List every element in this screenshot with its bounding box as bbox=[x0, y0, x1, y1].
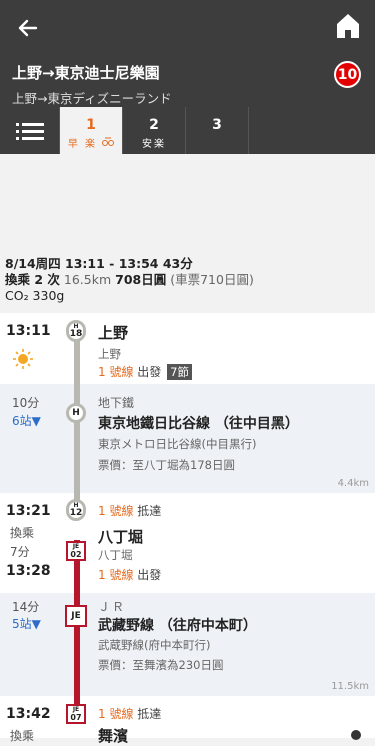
rank-badge: 10 bbox=[334, 61, 361, 88]
line-name-jp: 東京メトロ日比谷線(中目黒行) bbox=[98, 437, 257, 451]
transfer-wait: 7分 bbox=[10, 545, 30, 559]
line-name: 東京地鐵日比谷線 （往中目黑） bbox=[98, 416, 299, 432]
back-button[interactable] bbox=[14, 14, 42, 42]
route-tabs: 1 早 楽 2 安楽 3 bbox=[0, 107, 375, 154]
route-summary: 8/14周四 13:11 - 13:54 43分 換乘 2 次 16.5km 7… bbox=[5, 256, 254, 304]
home-button[interactable] bbox=[335, 12, 363, 42]
platform-info: 1 號線 出發 7節 bbox=[98, 363, 192, 380]
line-name: 武藏野線 （往府中本町） bbox=[98, 618, 257, 634]
segment-hibiya-line[interactable]: 10分 6站▼ 地下鐵 東京地鐵日比谷線 （往中目黑） 東京メトロ日比谷線(中目… bbox=[0, 384, 375, 493]
ride-duration: 10分 bbox=[12, 396, 40, 410]
app-header: 上野→東京迪士尼樂園 上野→東京ディズニーランド 10 bbox=[0, 0, 375, 107]
tab-route-1[interactable]: 1 早 楽 bbox=[60, 107, 123, 154]
summary-distance: 16.5km bbox=[63, 272, 112, 287]
summary-ticket: (車票710日圓) bbox=[170, 272, 254, 287]
tab-route-3[interactable]: 3 bbox=[186, 107, 249, 154]
transport-mode: 地下鐵 bbox=[98, 396, 135, 410]
segment-musashino-line[interactable]: 14分 5站▼ ＪＲ 武藏野線 （往府中本町） 武蔵野線(府中本町行) 票價：至… bbox=[0, 593, 375, 696]
tab-tags: 早 楽 bbox=[60, 135, 122, 150]
route-title: 上野→東京迪士尼樂園 bbox=[12, 64, 160, 82]
musashino-line-rail bbox=[74, 540, 80, 716]
money-icon bbox=[102, 137, 115, 146]
sunny-icon bbox=[12, 348, 34, 374]
transfer-label: 換乘 bbox=[10, 729, 35, 743]
station-name: 舞濱 bbox=[98, 727, 129, 745]
transfer-label: 換乘 bbox=[10, 526, 35, 540]
list-view-button[interactable] bbox=[0, 107, 60, 154]
line-code-marker-h: H bbox=[66, 403, 86, 423]
segment-distance: 4.4km bbox=[337, 478, 369, 489]
summary-fare: 708日圓 bbox=[115, 272, 167, 287]
line-name-jp: 武蔵野線(府中本町行) bbox=[98, 638, 211, 652]
stops-count-toggle[interactable]: 6站▼ bbox=[12, 412, 41, 429]
station-card-hatchobori[interactable]: 13:21 換乘 7分 13:28 1 號線 抵達 八丁堀 八丁堀 1 號線 出… bbox=[0, 493, 375, 593]
departure-platform: 1 號線 出發 bbox=[98, 568, 162, 582]
back-arrow-icon bbox=[18, 19, 38, 37]
station-code-marker-je02: JE 02 bbox=[66, 541, 86, 561]
tab-tags: 安楽 bbox=[142, 139, 166, 150]
summary-co2: CO₂ 330g bbox=[5, 288, 65, 303]
home-icon bbox=[337, 14, 359, 38]
arrival-platform: 1 號線 抵達 bbox=[98, 707, 162, 721]
fare-info: 票價：至八丁堀為178日圓 bbox=[98, 458, 235, 472]
station-name: 上野 bbox=[98, 324, 129, 342]
segment-distance: 11.5km bbox=[331, 681, 369, 692]
route-subtitle: 上野→東京ディズニーランド bbox=[12, 91, 172, 106]
ride-duration: 14分 bbox=[12, 600, 40, 614]
tab-route-2[interactable]: 2 安楽 bbox=[123, 107, 186, 154]
fare-info: 票價：至舞濱為230日圓 bbox=[98, 658, 224, 672]
departure-time: 13:11 bbox=[6, 323, 51, 339]
station-code-marker-h12: H 12 bbox=[66, 499, 86, 521]
station-name: 八丁堀 bbox=[98, 528, 144, 546]
station-code-marker-je07: JE 07 bbox=[66, 704, 86, 724]
transport-mode: ＪＲ bbox=[98, 600, 127, 614]
station-name-jp: 上野 bbox=[98, 347, 121, 361]
station-name-jp: 八丁堀 bbox=[98, 548, 133, 562]
stops-count-toggle[interactable]: 5站▼ bbox=[12, 615, 41, 632]
arrival-platform: 1 號線 抵達 bbox=[98, 504, 162, 518]
tab-number: 3 bbox=[212, 117, 222, 133]
summary-details: 換乘 2 次 16.5km 708日圓 (車票710日圓) bbox=[5, 272, 254, 287]
tab-tag-text: 早 楽 bbox=[67, 139, 103, 150]
arrival-time: 13:21 bbox=[6, 503, 51, 519]
station-card-maihama[interactable]: 13:42 換乘 1 號線 抵達 舞濱 bbox=[0, 696, 375, 745]
arrival-time: 13:42 bbox=[6, 706, 51, 722]
station-code-marker-h18: H 18 bbox=[66, 320, 86, 342]
departure-time: 13:28 bbox=[6, 563, 51, 579]
tab-number: 1 bbox=[86, 117, 96, 133]
more-dot-icon bbox=[351, 730, 361, 740]
list-icon bbox=[15, 122, 44, 140]
line-code-marker-je: JE bbox=[65, 605, 87, 627]
car-number: 7節 bbox=[167, 364, 192, 380]
summary-datetime: 8/14周四 13:11 - 13:54 43分 bbox=[5, 256, 193, 271]
station-card-ueno[interactable]: 13:11 上野 上野 1 號線 出發 7節 bbox=[0, 313, 375, 384]
tab-number: 2 bbox=[149, 117, 159, 133]
